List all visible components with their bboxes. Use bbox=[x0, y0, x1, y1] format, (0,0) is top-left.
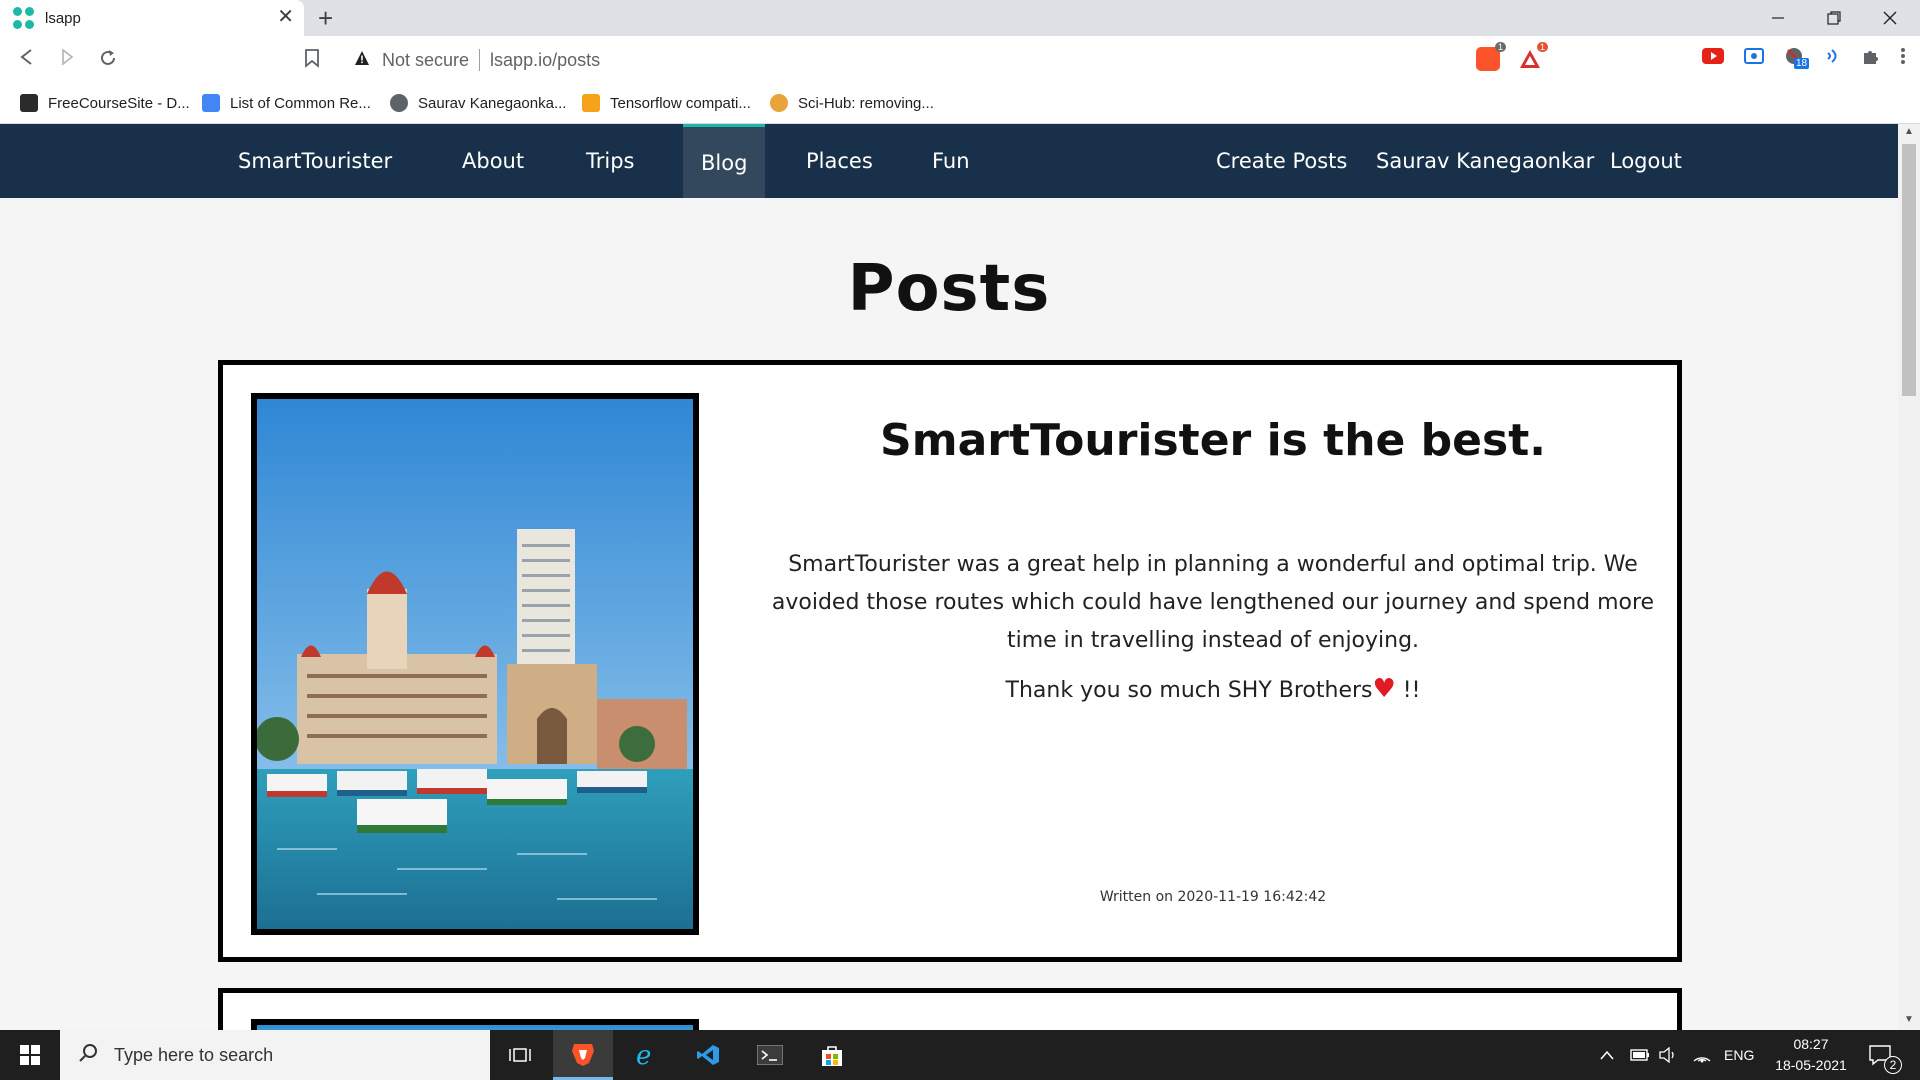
omnibox-extensions: 1 1 bbox=[1476, 42, 1548, 71]
notification-count: 2 bbox=[1884, 1056, 1902, 1074]
brave-browser-icon[interactable] bbox=[553, 1030, 613, 1080]
freecoursesite-favicon-icon bbox=[20, 94, 38, 112]
forward-button[interactable] bbox=[58, 48, 76, 72]
volume-icon[interactable] bbox=[1658, 1030, 1678, 1080]
vscode-icon[interactable] bbox=[678, 1030, 738, 1080]
battery-icon[interactable] bbox=[1630, 1030, 1650, 1080]
post-card: SmartTourister is the best. SmartTourist… bbox=[218, 360, 1682, 962]
network-icon[interactable] bbox=[1692, 1030, 1712, 1080]
nav-link-places[interactable]: Places bbox=[788, 124, 891, 198]
post-body: SmartTourister is the best. SmartTourist… bbox=[753, 365, 1673, 955]
nav-create-posts[interactable]: Create Posts bbox=[1198, 124, 1365, 198]
tensorflow-favicon-icon bbox=[582, 94, 600, 112]
bookmark-item[interactable]: Tensorflow compati... bbox=[582, 94, 751, 112]
microsoft-store-icon[interactable] bbox=[802, 1030, 862, 1080]
nav-logout[interactable]: Logout bbox=[1592, 124, 1700, 198]
nav-user-name[interactable]: Saurav Kanegaonkar bbox=[1358, 124, 1612, 198]
security-label[interactable]: Not secure bbox=[382, 50, 469, 71]
search-placeholder: Type here to search bbox=[114, 1044, 274, 1065]
browser-tabstrip: lsapp ✕ + bbox=[0, 0, 1920, 36]
extension-badge-icon[interactable]: 18 bbox=[1784, 46, 1810, 71]
search-icon bbox=[78, 1043, 98, 1068]
nav-link-fun[interactable]: Fun bbox=[914, 124, 988, 198]
bookmark-label: Sci-Hub: removing... bbox=[798, 94, 934, 112]
close-tab-icon[interactable]: ✕ bbox=[277, 7, 294, 27]
svg-text:e: e bbox=[636, 1042, 651, 1068]
bookmark-item[interactable]: List of Common Re... bbox=[202, 94, 371, 112]
scroll-down-icon[interactable]: ▼ bbox=[1904, 1014, 1914, 1025]
nav-link-blog[interactable]: Blog bbox=[683, 124, 766, 198]
lsapp-favicon-icon bbox=[13, 7, 35, 29]
address-bar[interactable]: Not secure lsapp.io/posts 1 1 bbox=[342, 41, 1564, 79]
nav-link-about[interactable]: About bbox=[444, 124, 542, 198]
system-clock[interactable]: 08:27 18-05-2021 bbox=[1766, 1034, 1856, 1076]
scihub-favicon-icon bbox=[770, 94, 788, 112]
omnibox-divider bbox=[479, 49, 481, 71]
minimize-window-icon[interactable] bbox=[1748, 0, 1808, 36]
heart-icon: ♥ bbox=[1372, 674, 1396, 704]
taskbar-search-box[interactable]: Type here to search bbox=[60, 1030, 490, 1080]
bookmark-label: Tensorflow compati... bbox=[610, 94, 751, 112]
scroll-thumb[interactable] bbox=[1902, 144, 1916, 396]
post-text: SmartTourister was a great help in plann… bbox=[771, 552, 1655, 653]
extensions-puzzle-icon[interactable] bbox=[1862, 47, 1880, 70]
clock-time: 08:27 bbox=[1793, 1036, 1829, 1052]
post-written-on: Written on 2020-11-19 16:42:42 bbox=[1099, 889, 1327, 905]
scroll-up-icon[interactable]: ▲ bbox=[1904, 126, 1914, 137]
post-image[interactable] bbox=[251, 393, 699, 935]
new-tab-button[interactable]: + bbox=[318, 3, 333, 34]
internet-explorer-icon[interactable]: e bbox=[616, 1030, 676, 1080]
bookmark-label: List of Common Re... bbox=[230, 94, 371, 112]
post-title[interactable]: SmartTourister is the best. bbox=[753, 415, 1673, 466]
reload-button[interactable] bbox=[98, 48, 118, 74]
globe-icon bbox=[390, 94, 408, 112]
bookmark-label: FreeCourseSite - D... bbox=[48, 94, 190, 112]
tab-title: lsapp bbox=[45, 9, 81, 27]
brave-rewards-icon[interactable]: 1 bbox=[1518, 42, 1548, 71]
site-navbar: SmartTourister About Trips Blog Places F… bbox=[0, 124, 1898, 198]
notifications-icon[interactable]: 2 bbox=[1868, 1030, 1902, 1080]
bookmarks-bar: FreeCourseSite - D... List of Common Re.… bbox=[0, 84, 1920, 124]
screen-recorder-extension-icon[interactable] bbox=[1744, 47, 1764, 70]
input-language[interactable]: ENG bbox=[1724, 1030, 1754, 1080]
url-text[interactable]: lsapp.io/posts bbox=[490, 50, 600, 71]
back-button[interactable] bbox=[18, 48, 36, 72]
nav-link-trips[interactable]: Trips bbox=[568, 124, 652, 198]
bookmark-icon[interactable] bbox=[304, 48, 320, 74]
terminal-icon[interactable] bbox=[740, 1030, 800, 1080]
brave-rewards-count: 1 bbox=[1536, 42, 1548, 52]
close-window-icon[interactable] bbox=[1860, 0, 1920, 36]
bookmark-item[interactable]: Saurav Kanegaonka... bbox=[390, 94, 566, 112]
bookmark-item[interactable]: FreeCourseSite - D... bbox=[20, 94, 190, 112]
google-docs-favicon-icon bbox=[202, 94, 220, 112]
extension-icons: 18 bbox=[1702, 46, 1906, 71]
task-view-icon[interactable] bbox=[490, 1030, 550, 1080]
nav-brand[interactable]: SmartTourister bbox=[220, 124, 410, 198]
mumbai-harbour-illustration bbox=[257, 399, 693, 929]
windows-taskbar: Type here to search e ENG 08:27 18-05-20… bbox=[0, 1030, 1920, 1080]
windows-start-icon[interactable] bbox=[0, 1030, 60, 1080]
page-title: Posts bbox=[847, 252, 1051, 326]
youtube-extension-icon[interactable] bbox=[1702, 48, 1724, 69]
warning-icon[interactable] bbox=[354, 50, 370, 71]
post-thanks: Thank you so much SHY Brothers♥ !! bbox=[753, 674, 1673, 704]
clock-date: 18-05-2021 bbox=[1775, 1057, 1847, 1073]
post-thanks-text: Thank you so much SHY Brothers bbox=[1005, 678, 1373, 703]
bookmark-item[interactable]: Sci-Hub: removing... bbox=[770, 94, 934, 112]
restore-window-icon[interactable] bbox=[1804, 0, 1864, 36]
browser-menu-icon[interactable] bbox=[1900, 47, 1906, 70]
browser-toolbar: Not secure lsapp.io/posts 1 1 18 bbox=[0, 36, 1920, 84]
post-thanks-suffix: !! bbox=[1395, 678, 1421, 703]
extension-badge-count: 18 bbox=[1794, 58, 1810, 69]
bookmark-label: Saurav Kanegaonka... bbox=[418, 94, 567, 112]
brave-shields-count: 1 bbox=[1494, 42, 1506, 52]
page-scrollbar[interactable]: ▲ ▼ bbox=[1898, 124, 1920, 1030]
brave-shields-icon[interactable]: 1 bbox=[1476, 42, 1506, 71]
show-hidden-icons[interactable] bbox=[1600, 1030, 1614, 1080]
read-aloud-extension-icon[interactable] bbox=[1824, 47, 1842, 70]
browser-tab[interactable]: lsapp ✕ bbox=[0, 0, 304, 36]
